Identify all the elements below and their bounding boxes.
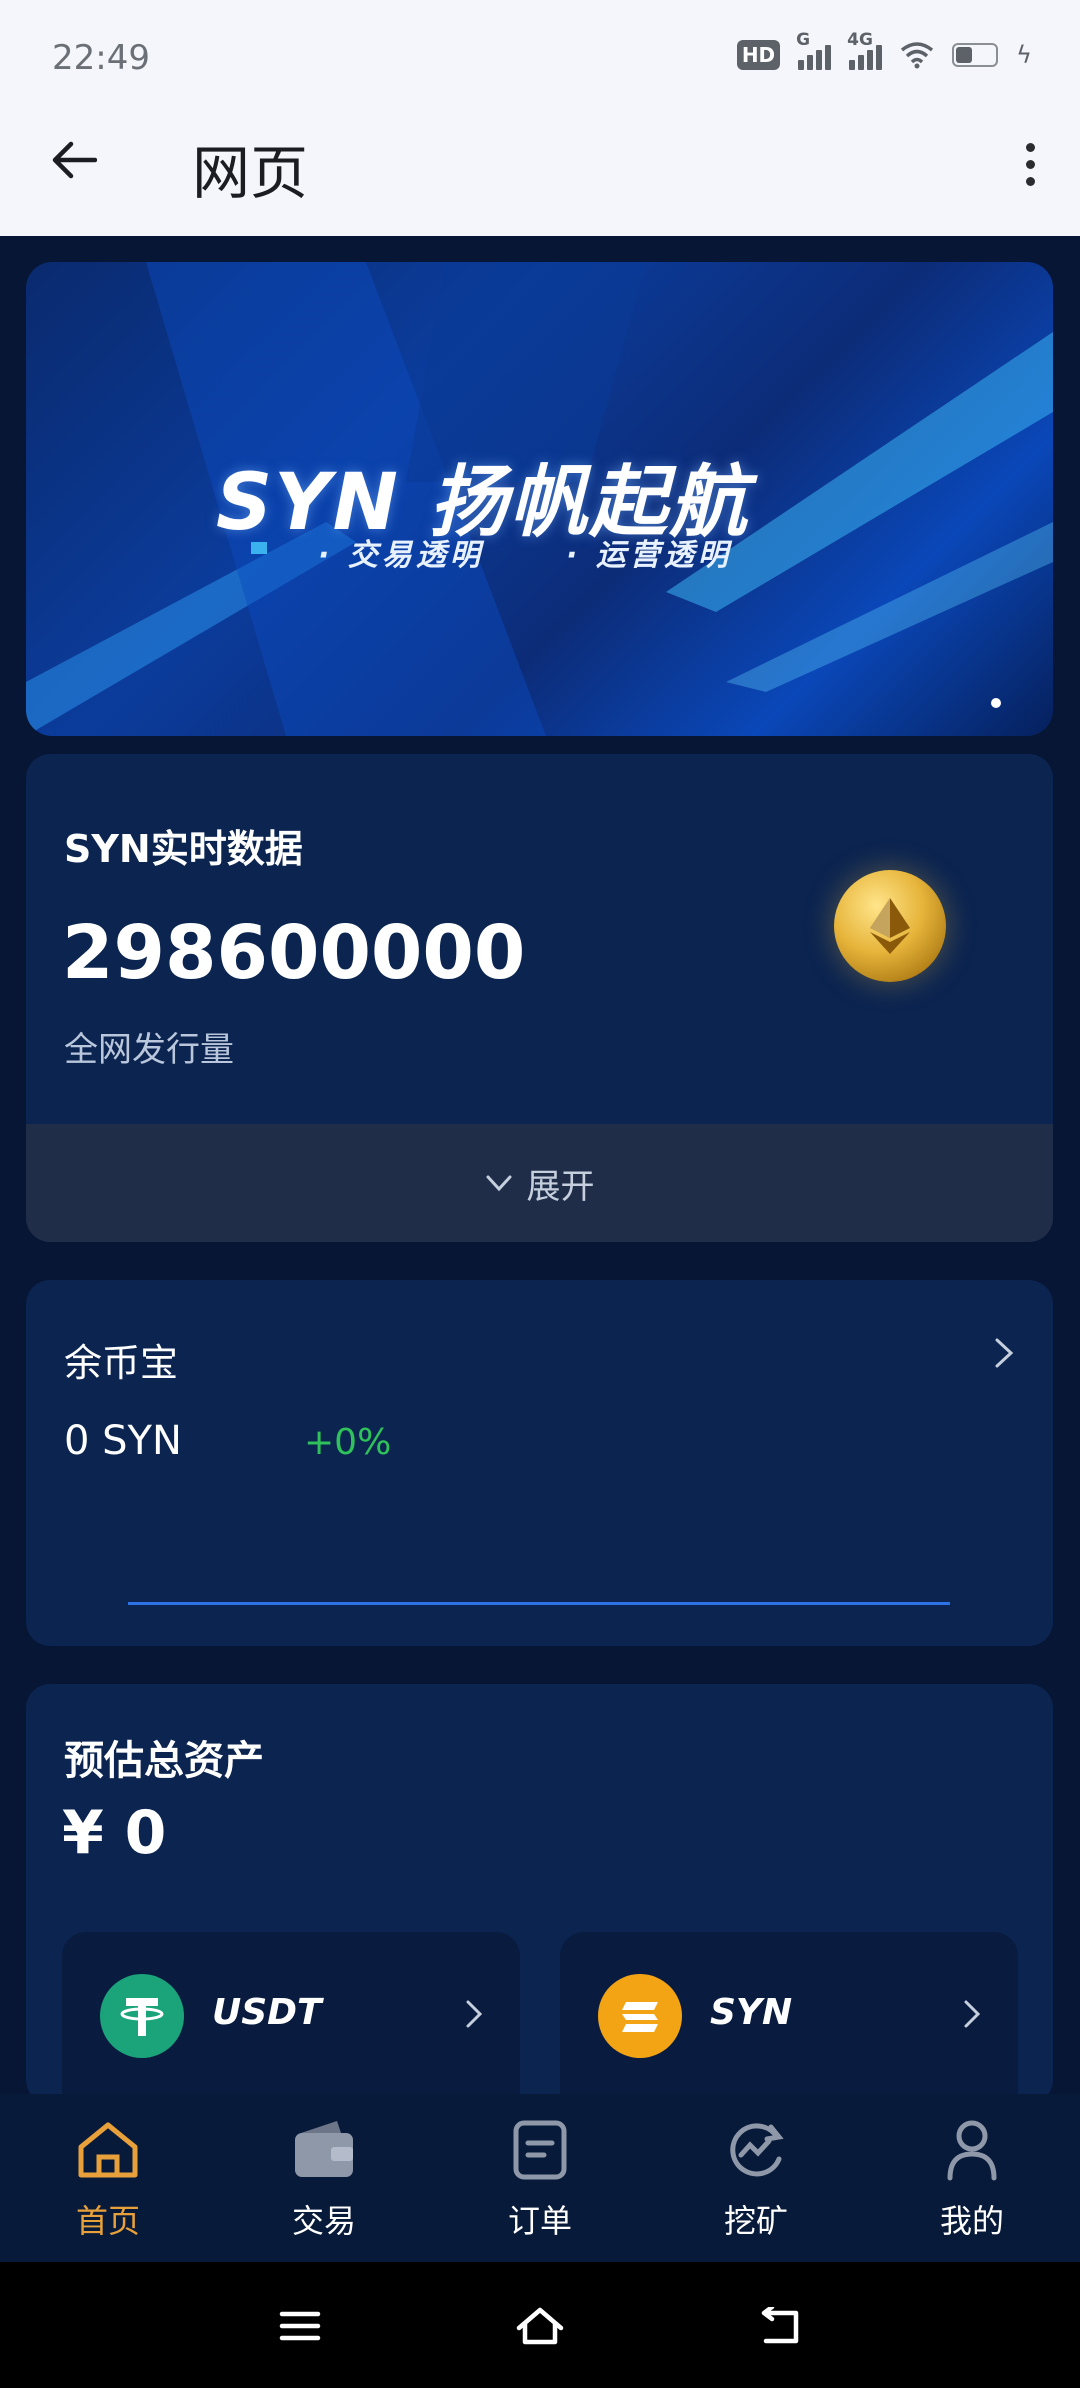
yubibao-title: 余币宝: [64, 1341, 179, 1385]
battery-icon: [952, 43, 999, 67]
nav-trade-label: 交易: [291, 2202, 356, 2240]
syn-realtime-label: SYN实时数据: [64, 827, 303, 871]
yubibao-trend-line: [128, 1602, 950, 1605]
banner-subtitle-operation: · 运营透明: [566, 538, 732, 573]
nav-home[interactable]: 首页: [0, 2094, 216, 2262]
syn-name: SYN: [710, 1992, 793, 2033]
syn-asset-card[interactable]: SYN: [560, 1932, 1018, 2104]
signal-4g-icon: 4G: [847, 30, 883, 70]
usdt-name: USDT: [212, 1992, 322, 2033]
syn-coin-icon: [598, 1974, 682, 2058]
recent-apps-button[interactable]: [270, 2298, 330, 2354]
chevron-down-icon: [486, 1175, 511, 1192]
wallet-icon: [286, 2112, 362, 2188]
total-assets-value: ¥ 0: [62, 1798, 167, 1868]
chevron-right-icon: [466, 2000, 483, 2028]
nav-home-label: 首页: [75, 2202, 140, 2240]
more-options-button[interactable]: [1010, 134, 1050, 194]
syn-supply-caption: 全网发行量: [64, 1030, 234, 1070]
nav-trade[interactable]: 交易: [216, 2094, 432, 2262]
status-time: 22:49: [52, 38, 150, 78]
banner-subtitle-transaction: · 交易透明: [318, 538, 484, 573]
mining-icon: [718, 2112, 794, 2188]
nav-profile[interactable]: 我的: [864, 2094, 1080, 2262]
carousel-indicator[interactable]: [991, 698, 1001, 708]
system-nav-bar: [0, 2262, 1080, 2388]
more-icon: [1025, 142, 1035, 152]
status-icons: HD G 4G ϟ: [736, 30, 1032, 70]
yubibao-balance: 0 SYN: [64, 1418, 182, 1464]
expand-label: 展开: [526, 1166, 595, 1207]
arrow-left-icon: [52, 141, 97, 179]
bottom-nav: 首页 交易 订单 挖矿 我的: [0, 2094, 1080, 2262]
nav-orders[interactable]: 订单: [432, 2094, 648, 2262]
nav-mining[interactable]: 挖矿: [648, 2094, 864, 2262]
chevron-right-icon[interactable]: [993, 1336, 1015, 1370]
yubibao-card[interactable]: 余币宝 0 SYN +0%: [26, 1280, 1053, 1646]
hd-icon: HD: [736, 40, 781, 70]
menu-icon: [279, 2311, 321, 2341]
wifi-icon: [901, 42, 934, 69]
order-icon: [502, 2112, 578, 2188]
tether-icon: [100, 1974, 184, 2058]
nav-orders-label: 订单: [507, 2202, 572, 2240]
chevron-right-icon: [964, 2000, 981, 2028]
expand-button[interactable]: 展开: [26, 1124, 1053, 1242]
charging-icon: ϟ: [1016, 41, 1032, 69]
app-header: 22:49 HD G 4G ϟ 网页: [0, 0, 1080, 236]
signal-icon: G: [796, 30, 832, 70]
home-icon: [70, 2112, 146, 2188]
page-title: 网页: [192, 139, 309, 207]
nav-mining-label: 挖矿: [723, 2202, 788, 2240]
promo-banner[interactable]: SYN 扬帆起航 · 交易透明 · 运营透明: [26, 262, 1053, 736]
back-button[interactable]: [46, 132, 102, 188]
syn-realtime-card: SYN实时数据 298600000 全网发行量 展开: [26, 754, 1053, 1242]
home-system-button[interactable]: [510, 2298, 570, 2354]
profile-icon: [934, 2112, 1010, 2188]
home-outline-icon: [516, 2307, 564, 2345]
return-icon: [761, 2307, 799, 2344]
nav-profile-label: 我的: [939, 2202, 1004, 2240]
total-assets-title: 预估总资产: [64, 1738, 264, 1784]
total-assets-card: 预估总资产 ¥ 0 USDT SYN: [26, 1684, 1053, 2104]
back-system-button[interactable]: [750, 2298, 810, 2354]
usdt-asset-card[interactable]: USDT: [62, 1932, 520, 2104]
yubibao-change: +0%: [304, 1422, 392, 1463]
gold-coin-icon: [834, 870, 946, 982]
syn-total-supply: 298600000: [62, 910, 526, 996]
